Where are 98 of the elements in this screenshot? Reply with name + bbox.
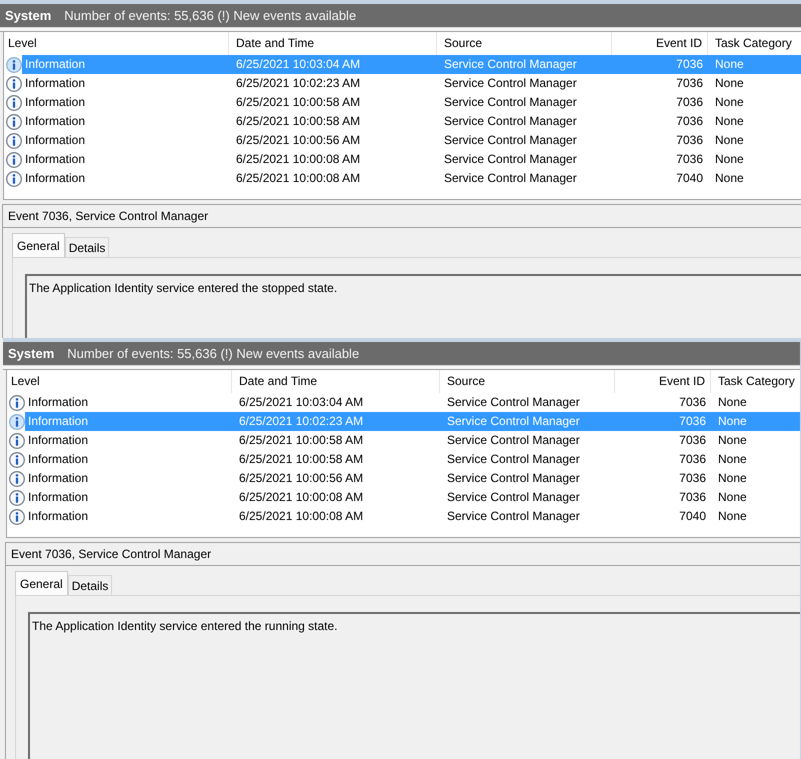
information-icon — [6, 170, 22, 186]
table-cell-text: 6/25/2021 10:00:08 AM — [235, 151, 362, 168]
column-header[interactable]: Task Category — [708, 32, 801, 55]
table-cell-text: None — [717, 489, 748, 506]
table-cell-text: 7040 — [678, 508, 707, 525]
table-cell-text: Information — [24, 113, 86, 130]
information-icon — [6, 94, 22, 110]
table-cell-text: 7036 — [678, 470, 707, 487]
table-cell-text: 7036 — [675, 56, 704, 73]
table-cell-text: Information — [27, 489, 90, 506]
column-header[interactable]: Task Category — [711, 370, 800, 393]
information-icon — [6, 152, 22, 168]
table-cell-text: None — [717, 451, 748, 468]
table-cell-text: None — [717, 508, 748, 525]
table-cell-text: 6/25/2021 10:03:04 AM — [235, 56, 362, 73]
table-cell-text: 6/25/2021 10:02:23 AM — [238, 413, 364, 430]
table-cell-text: 6/25/2021 10:00:56 AM — [238, 470, 364, 487]
information-icon — [6, 132, 22, 148]
event-title: Event 7036, Service Control Manager — [8, 208, 208, 225]
table-cell-text: None — [717, 394, 748, 411]
table-cell-text: Information — [27, 470, 90, 487]
table-cell-text: 6/25/2021 10:03:04 AM — [238, 394, 364, 411]
table-cell-text: Service Control Manager — [446, 451, 581, 468]
table-cell-text: Service Control Manager — [443, 113, 578, 130]
table-cell-text: Service Control Manager — [446, 432, 581, 449]
table-cell-text: 6/25/2021 10:00:08 AM — [235, 170, 362, 187]
table-cell-text: 7036 — [678, 394, 707, 411]
table-cell-text: 6/25/2021 10:00:56 AM — [235, 132, 362, 149]
table-cell-text: 7036 — [678, 432, 707, 449]
table-cell-text: Information — [24, 56, 86, 73]
tab[interactable]: General — [12, 233, 65, 257]
table-cell-text: Information — [24, 132, 86, 149]
information-icon — [9, 490, 25, 506]
table-cell-text: Service Control Manager — [446, 413, 581, 430]
information-icon — [9, 452, 25, 468]
table-cell-text: 7036 — [675, 94, 704, 111]
log-name: System — [8, 344, 54, 363]
table-cell-text: Service Control Manager — [443, 56, 578, 73]
table-cell-text: Information — [24, 75, 86, 92]
table-cell-text: Information — [24, 94, 86, 111]
table-cell-text: 6/25/2021 10:00:08 AM — [238, 489, 364, 506]
table-cell-text: 7040 — [675, 170, 704, 187]
table-cell-text: 6/25/2021 10:00:08 AM — [238, 508, 364, 525]
table-cell-text: None — [714, 170, 745, 187]
information-icon — [9, 394, 25, 410]
table-cell-text: 7036 — [675, 113, 704, 130]
table-cell-text: Service Control Manager — [443, 94, 578, 111]
table-cell-text: 6/25/2021 10:02:23 AM — [235, 75, 362, 92]
table-cell-text: 7036 — [678, 413, 707, 430]
table-cell-text: None — [714, 132, 745, 149]
tab[interactable]: Details — [64, 237, 110, 257]
table-cell-text: 7036 — [675, 75, 704, 92]
table-cell-text: 6/25/2021 10:00:58 AM — [235, 94, 362, 111]
log-name: System — [5, 6, 52, 25]
table-cell-text: None — [714, 56, 745, 73]
table-cell-text: Information — [27, 413, 90, 430]
table-cell-text: Service Control Manager — [446, 394, 581, 411]
information-icon — [9, 432, 25, 448]
event-count-status: Number of events: 55,636 (!) New events available — [67, 344, 360, 363]
table-cell-text: 6/25/2021 10:00:58 AM — [235, 113, 362, 130]
tab[interactable]: General — [15, 571, 68, 595]
table-cell-text: Service Control Manager — [446, 489, 581, 506]
information-icon — [9, 470, 25, 486]
information-icon — [6, 114, 22, 130]
tab[interactable]: Details — [68, 575, 112, 595]
table-cell-text: None — [714, 94, 745, 111]
table-cell-text: Information — [27, 432, 90, 449]
table-cell-text: Information — [27, 394, 90, 411]
message-text-box[interactable]: The Application Identity service entered the running state. — [28, 612, 800, 759]
information-icon — [9, 508, 25, 524]
table-cell-text: None — [714, 75, 745, 92]
table-cell-text: Service Control Manager — [446, 470, 581, 487]
information-icon — [9, 414, 25, 430]
table-cell-text: Information — [24, 170, 86, 187]
table-cell-text: 7036 — [675, 151, 704, 168]
table-cell-text: Service Control Manager — [446, 508, 581, 525]
event-count-status: Number of events: 55,636 (!) New events available — [64, 6, 356, 25]
table-cell-text: None — [717, 470, 748, 487]
table-cell-text: None — [717, 432, 748, 449]
table-cell-text: Service Control Manager — [443, 151, 578, 168]
table-cell-text: 7036 — [678, 489, 707, 506]
table-cell-text: 6/25/2021 10:00:58 AM — [238, 451, 364, 468]
table-cell-text: Service Control Manager — [443, 132, 578, 149]
table-cell-text: None — [717, 413, 748, 430]
table-cell-text: None — [714, 113, 745, 130]
table-cell-text: None — [714, 151, 745, 168]
information-icon — [6, 56, 22, 72]
event-title: Event 7036, Service Control Manager — [11, 546, 212, 563]
table-cell-text: Service Control Manager — [443, 75, 578, 92]
table-cell-text: Service Control Manager — [443, 170, 578, 187]
table-cell-text: 7036 — [678, 451, 707, 468]
table-cell-text: Information — [24, 151, 86, 168]
table-cell-text: 7036 — [675, 132, 704, 149]
information-icon — [6, 76, 22, 92]
message-text-box[interactable]: The Application Identity service entered the stopped state. — [25, 274, 801, 338]
table-cell-text: Information — [27, 508, 90, 525]
table-cell-text: 6/25/2021 10:00:58 AM — [238, 432, 364, 449]
table-cell-text: Information — [27, 451, 90, 468]
